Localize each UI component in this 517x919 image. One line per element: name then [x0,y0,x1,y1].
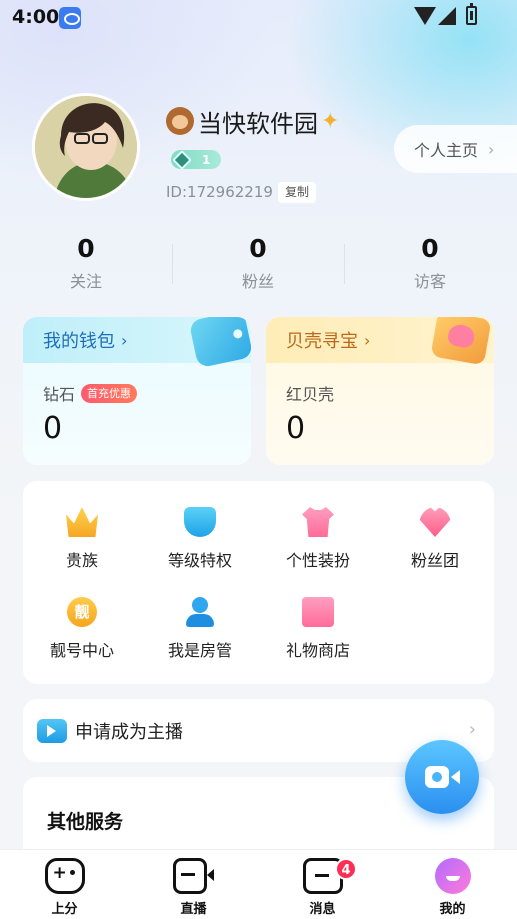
status-bar: 4:00 [0,0,517,36]
divider [344,244,345,284]
stat-visitors-value: 0 [421,234,439,263]
nav-item-messages[interactable]: 消息 [258,858,387,917]
app-notification-icon [59,7,81,29]
stats-row: 0 关注 0 粉丝 0 访客 [0,232,517,296]
room-manager-icon [184,597,216,627]
stat-fans-value: 0 [249,234,267,263]
gamepad-icon [44,858,85,894]
personal-homepage-label: 个人主页 [414,141,479,160]
level-badge[interactable]: 1 [171,149,221,170]
monkey-icon [166,107,194,135]
stat-fans-label: 粉丝 [241,272,274,291]
nav-item-rank[interactable]: 上分 [0,858,129,917]
nav-item-live[interactable]: 直播 [129,858,258,917]
sparkle-icon: ✦ [321,108,340,134]
status-time: 4:00 [12,6,60,28]
crown-icon [66,507,98,537]
pretty-number-icon: 靓 [67,597,97,627]
feature-label: 贵族 [65,551,98,570]
feature-outfit[interactable]: 个性装扮 [259,507,377,571]
chevron-right-icon: › [121,330,128,350]
feature-room-manager[interactable]: 我是房管 [141,597,259,661]
feature-pretty-number[interactable]: 靓 靓号中心 [23,597,141,661]
stat-following-value: 0 [77,234,95,263]
chevron-right-icon: › [488,139,495,159]
nav-label: 我的 [439,902,466,917]
shell-treasure-card[interactable]: 贝壳寻宝 › 红贝壳 0 [266,317,494,465]
nav-item-mine[interactable]: 我的 [388,858,517,917]
wallet-card[interactable]: 我的钱包 › 钻石 首充优惠 0 [23,317,251,465]
unread-messages-badge: 4 [335,858,357,880]
diamond-label: 钻石 [43,385,76,404]
outfit-icon [302,507,334,537]
apply-streamer-label: 申请成为主播 [75,721,183,743]
feature-nobility[interactable]: 贵族 [23,507,141,571]
video-icon [37,718,67,743]
red-shell-value: 0 [286,411,306,446]
diamond-label-row: 钻石 首充优惠 [43,381,138,405]
camera-icon [425,766,460,788]
feature-level-privilege[interactable]: 等级特权 [141,507,259,571]
feature-gift-shop[interactable]: 礼物商店 [259,597,377,661]
feature-label: 靓号中心 [49,641,114,660]
feature-label: 等级特权 [167,551,232,570]
feature-label: 个性装扮 [285,551,350,570]
user-id: ID:172962219 [166,183,273,201]
shell-title: 贝壳寻宝 [286,331,358,352]
wallet-title: 我的钱包 [43,331,115,352]
signal-icon [438,7,456,25]
personal-homepage-button[interactable]: 个人主页 › [394,125,517,173]
chevron-right-icon: › [468,719,476,740]
stat-following-label: 关注 [69,272,102,291]
first-recharge-badge[interactable]: 首充优惠 [81,383,138,403]
live-camera-icon [173,858,214,894]
wifi-icon [414,7,436,25]
stat-visitors[interactable]: 0 访客 [344,232,516,292]
feature-label: 粉丝团 [410,551,459,570]
username: 当快软件园 [198,109,318,138]
username-row: 当快软件园 ✦ [166,104,339,138]
diamond-value: 0 [43,411,63,446]
stat-following[interactable]: 0 关注 [0,232,172,292]
feature-label: 礼物商店 [285,641,350,660]
shield-icon [184,507,216,537]
nav-label: 消息 [309,902,336,917]
battery-icon [466,3,477,25]
level-number: 1 [202,152,211,167]
heart-icon [419,507,451,537]
stat-visitors-label: 访客 [413,272,446,291]
profile-icon [434,858,471,894]
go-live-button[interactable] [405,740,479,814]
gift-shop-icon [302,597,334,627]
red-shell-label-row: 红贝壳 [286,381,334,405]
stat-fans[interactable]: 0 粉丝 [172,232,344,292]
nav-label: 上分 [51,902,78,917]
feature-fan-club[interactable]: 粉丝团 [376,507,494,571]
feature-label: 我是房管 [167,641,232,660]
other-services-title: 其他服务 [47,811,124,833]
bottom-nav: 上分 直播 消息 我的 [0,849,517,919]
features-grid: 贵族 等级特权 个性装扮 粉丝团 靓 靓号中心 我是房管 礼物商店 [23,481,494,684]
divider [172,244,173,284]
chevron-right-icon: › [364,330,371,350]
level-gem-icon [172,149,192,170]
red-shell-label: 红贝壳 [286,385,335,404]
nav-label: 直播 [180,902,207,917]
copy-id-button[interactable]: 复制 [278,182,317,203]
avatar[interactable] [32,93,140,201]
